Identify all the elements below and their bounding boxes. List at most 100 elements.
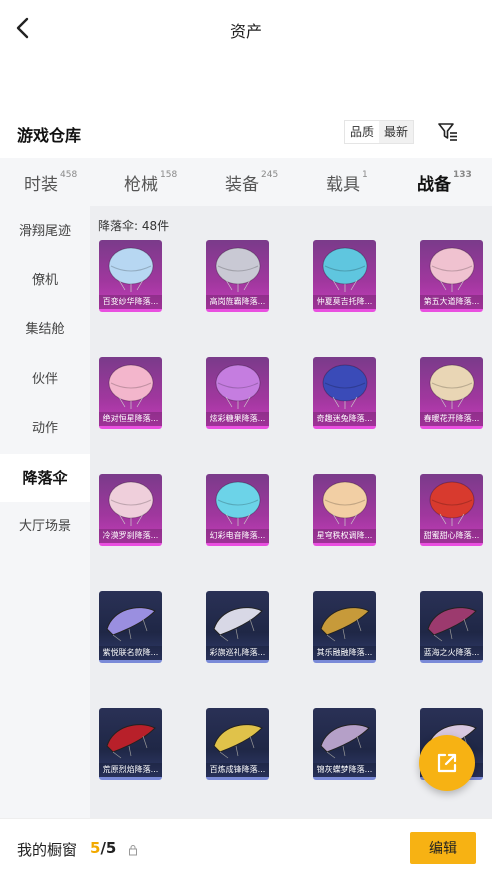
parachute-image (108, 364, 154, 409)
sort-quality-option[interactable]: 品质 (345, 121, 379, 143)
tab-label: 战备 (417, 175, 451, 195)
parachute-card[interactable]: 锦灰蝶梦降落... (313, 708, 376, 780)
parachute-card[interactable]: 荒原烈焰降落... (99, 708, 162, 780)
parachute-image (215, 364, 261, 409)
parachute-card[interactable]: 高岗旌霸降落... (206, 240, 269, 312)
section-title: 游戏仓库 (17, 126, 82, 145)
tab-count: 458 (60, 170, 78, 181)
parachute-image (429, 364, 475, 409)
parachute-image (322, 364, 368, 409)
parachute-image (215, 481, 261, 526)
tab-count: 1 (362, 170, 368, 181)
tab-label: 载具 (326, 175, 360, 195)
parachute-image (106, 607, 156, 642)
parachute-card[interactable]: 彩旗巡礼降落... (206, 591, 269, 663)
parachute-card[interactable]: 百变纱华降落... (99, 240, 162, 312)
showcase-bar: 我的橱窗 5/5 编辑 (0, 818, 492, 876)
parachute-image (213, 607, 263, 642)
parachute-name: 第五大道降落... (420, 295, 483, 309)
tab-count: 158 (160, 170, 178, 181)
parachute-image (213, 724, 263, 759)
parachute-name: 仲夏莫吉托降... (313, 295, 376, 309)
parachute-name: 其乐融融降落... (313, 646, 376, 660)
parachute-name: 紫悦联名款降... (99, 646, 162, 660)
showcase-count: 5/5 (90, 839, 116, 857)
parachute-card[interactable]: 紫悦联名款降... (99, 591, 162, 663)
parachute-image (108, 247, 154, 292)
parachute-image (106, 724, 156, 759)
parachute-name: 百炼成锋降落... (206, 763, 269, 777)
parachute-card[interactable]: 奇趣迷兔降落... (313, 357, 376, 429)
sidebar-item-emote[interactable]: 动作 (0, 405, 90, 453)
showcase-total: /5 (100, 839, 117, 857)
subcategory-sidebar: 滑翔尾迹 僚机 集结舱 伙伴 动作 降落伞 大厅场景 (0, 206, 90, 818)
parachute-name: 春暖花开降落... (420, 412, 483, 426)
parachute-card[interactable]: 仲夏莫吉托降... (313, 240, 376, 312)
parachute-card[interactable]: 绝对恒星降落... (99, 357, 162, 429)
parachute-image (108, 481, 154, 526)
page-title: 资产 (229, 22, 262, 41)
tab-count: 245 (261, 170, 279, 181)
tab-label: 装备 (225, 175, 259, 195)
sidebar-item-parachute[interactable]: 降落伞 (0, 454, 90, 502)
sidebar-item-lobby-scene[interactable]: 大厅场景 (0, 503, 90, 551)
parachute-name: 幻彩电音降落... (206, 529, 269, 543)
item-grid: 降落伞: 48件 百变纱华降落... 高岗旌霸降落... 仲夏莫吉托降... 第五大道… (90, 206, 492, 818)
sort-latest-option[interactable]: 最新 (379, 121, 414, 143)
tab-weapons[interactable]: 枪械 158 (124, 170, 177, 195)
parachute-image (322, 481, 368, 526)
share-button[interactable] (419, 735, 475, 791)
sort-toggle: 品质 最新 (344, 120, 415, 144)
showcase-current: 5 (90, 839, 101, 857)
parachute-name: 百变纱华降落... (99, 295, 162, 309)
parachute-name: 锦灰蝶梦降落... (313, 763, 376, 777)
sidebar-item-companion[interactable]: 伙伴 (0, 356, 90, 404)
parachute-name: 甜蜜甜心降落... (420, 529, 483, 543)
parachute-image (215, 247, 261, 292)
external-link-icon (437, 753, 457, 773)
section-header: 游戏仓库 品质 最新 (0, 112, 492, 152)
parachute-card[interactable]: 春暖花开降落... (420, 357, 483, 429)
tab-label: 时装 (24, 175, 58, 195)
parachute-image (429, 481, 475, 526)
parachute-card[interactable]: 炫彩糖果降落... (206, 357, 269, 429)
parachute-name: 炫彩糖果降落... (206, 412, 269, 426)
parachute-name: 荒原烈焰降落... (99, 763, 162, 777)
parachute-image (427, 607, 477, 642)
parachute-name: 彩旗巡礼降落... (206, 646, 269, 660)
parachute-image (320, 724, 370, 759)
parachute-name: 奇趣迷兔降落... (313, 412, 376, 426)
tab-fashion[interactable]: 时装 458 (24, 170, 77, 195)
parachute-card[interactable]: 星穹秩权调降... (313, 474, 376, 546)
parachute-card[interactable]: 第五大道降落... (420, 240, 483, 312)
tab-count: 133 (453, 170, 472, 181)
sidebar-item-assembly-pod[interactable]: 集结舱 (0, 306, 90, 354)
filter-icon[interactable] (436, 120, 460, 144)
parachute-image (429, 247, 475, 292)
sidebar-item-glide-trail[interactable]: 滑翔尾迹 (0, 208, 90, 256)
item-count: 降落伞: 48件 (98, 219, 170, 233)
parachute-card[interactable]: 百炼成锋降落... (206, 708, 269, 780)
parachute-card[interactable]: 其乐融融降落... (313, 591, 376, 663)
top-bar: 资产 (0, 0, 492, 58)
lock-icon (128, 841, 138, 856)
tab-vehicles[interactable]: 载具 1 (326, 170, 368, 195)
parachute-card[interactable]: 蓝海之火降落... (420, 591, 483, 663)
parachute-card[interactable]: 甜蜜甜心降落... (420, 474, 483, 546)
parachute-name: 星穹秩权调降... (313, 529, 376, 543)
parachute-card[interactable]: 幻彩电音降落... (206, 474, 269, 546)
parachute-name: 冷漠罗刹降落... (99, 529, 162, 543)
parachute-image (320, 607, 370, 642)
parachute-image (322, 247, 368, 292)
parachute-name: 蓝海之火降落... (420, 646, 483, 660)
sidebar-item-wingman[interactable]: 僚机 (0, 257, 90, 305)
tab-combat-gear[interactable]: 战备 133 (417, 170, 472, 209)
parachute-name: 绝对恒星降落... (99, 412, 162, 426)
tab-label: 枪械 (124, 175, 158, 195)
category-tabs: 时装 458 枪械 158 装备 245 载具 1 战备 133 (0, 158, 492, 209)
tab-equipment[interactable]: 装备 245 (225, 170, 278, 195)
edit-button[interactable]: 编辑 (410, 832, 476, 864)
parachute-name: 高岗旌霸降落... (206, 295, 269, 309)
showcase-label: 我的橱窗 (17, 841, 78, 859)
parachute-card[interactable]: 冷漠罗刹降落... (99, 474, 162, 546)
